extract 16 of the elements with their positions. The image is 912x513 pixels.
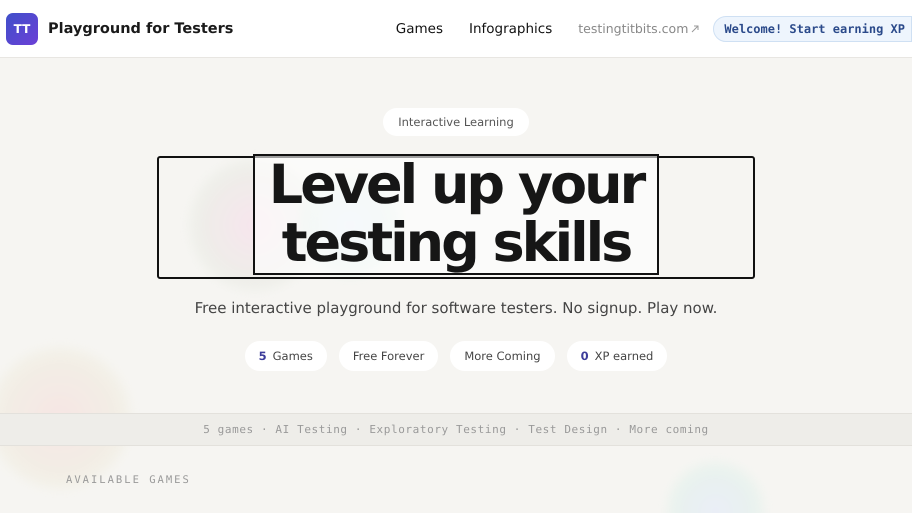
nav-link[interactable]: Games bbox=[396, 20, 443, 36]
welcome-message: Welcome! Start earning XP bbox=[713, 16, 912, 42]
site-title: Playground for Testers bbox=[48, 20, 234, 36]
nav-link[interactable]: Infographics bbox=[468, 20, 552, 36]
external-link-icon bbox=[691, 24, 700, 32]
logo[interactable]: TT bbox=[6, 12, 38, 44]
external-link[interactable]: testingtitbits.com bbox=[578, 21, 700, 36]
section-heading: AVAILABLE GAMES bbox=[65, 473, 192, 486]
category-badge: Interactive Learning bbox=[383, 108, 529, 136]
headline: Level up your testing skills bbox=[252, 154, 660, 275]
stat-pill: More Coming bbox=[450, 341, 555, 371]
topics-ticker: 5 games · AI Testing · Exploratory Testing · Test Design · More coming bbox=[0, 413, 912, 446]
subtitle: Free interactive playground for software testers. No signup. Play now. bbox=[194, 299, 718, 317]
stat-pill: 5 Games bbox=[244, 341, 327, 371]
stat-pill: 0 XP earned bbox=[566, 341, 668, 371]
stat-pill: Free Forever bbox=[338, 341, 438, 371]
